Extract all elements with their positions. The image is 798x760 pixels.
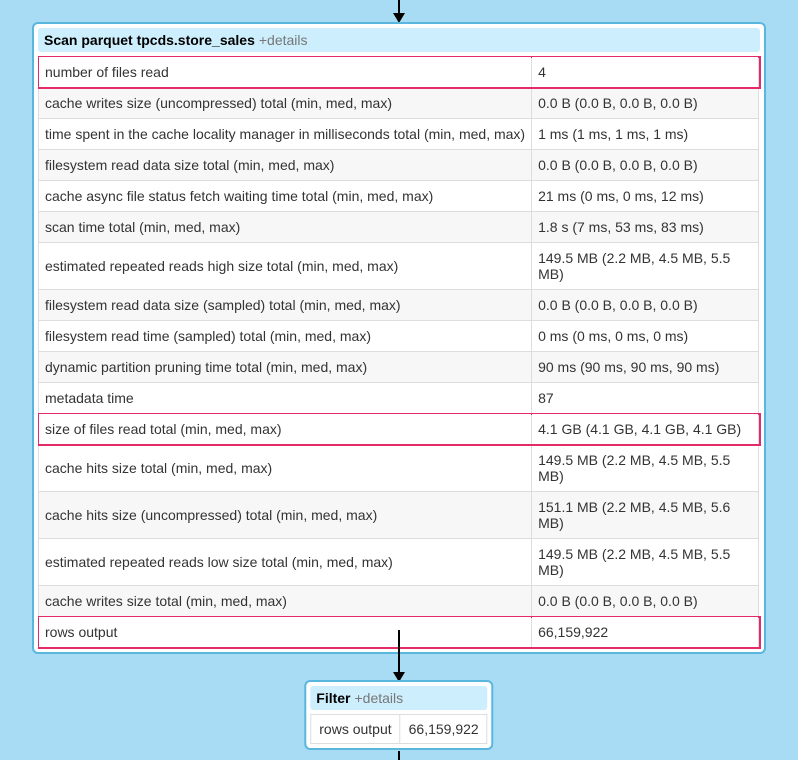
details-link[interactable]: +details [355,690,404,706]
metric-label: cache writes size total (min, med, max) [39,586,532,617]
metric-label: filesystem read time (sampled) total (mi… [39,321,532,352]
metric-value: 149.5 MB (2.2 MB, 4.5 MB, 5.5 MB) [532,445,759,492]
table-row: estimated repeated reads high size total… [39,243,760,290]
table-row: rows output66,159,922 [311,715,487,744]
table-row: size of files read total (min, med, max)… [39,414,760,445]
metrics-table: rows output66,159,922 [310,714,487,744]
arrow-line [398,630,400,674]
node-title: Filter [316,690,350,706]
metric-label: filesystem read data size total (min, me… [39,150,532,181]
table-row: cache async file status fetch waiting ti… [39,181,760,212]
metric-value: 21 ms (0 ms, 0 ms, 12 ms) [532,181,759,212]
metric-label: scan time total (min, med, max) [39,212,532,243]
metric-label: cache hits size (uncompressed) total (mi… [39,492,532,539]
details-link[interactable]: +details [259,32,308,48]
table-row: estimated repeated reads low size total … [39,539,760,586]
table-row: dynamic partition pruning time total (mi… [39,352,760,383]
metric-value: 0 ms (0 ms, 0 ms, 0 ms) [532,321,759,352]
arrow-line [398,751,400,760]
table-row: filesystem read time (sampled) total (mi… [39,321,760,352]
table-row: filesystem read data size total (min, me… [39,150,760,181]
table-row: cache writes size (uncompressed) total (… [39,88,760,119]
metric-label: filesystem read data size (sampled) tota… [39,290,532,321]
metric-value: 149.5 MB (2.2 MB, 4.5 MB, 5.5 MB) [532,539,759,586]
metrics-table: number of files read4cache writes size (… [38,56,760,648]
metric-value: 151.1 MB (2.2 MB, 4.5 MB, 5.6 MB) [532,492,759,539]
filter-node[interactable]: Filter +details rows output66,159,922 [304,680,493,750]
metric-label: estimated repeated reads high size total… [39,243,532,290]
metric-label: estimated repeated reads low size total … [39,539,532,586]
node-header: Scan parquet tpcds.store_sales +details [38,28,760,52]
metric-value: 4 [532,57,759,88]
node-header: Filter +details [310,686,487,710]
metric-value: 66,159,922 [400,715,487,744]
table-row: number of files read4 [39,57,760,88]
metric-label: size of files read total (min, med, max) [39,414,532,445]
metric-value: 66,159,922 [532,617,759,648]
table-row: cache hits size total (min, med, max)149… [39,445,760,492]
metric-value: 1 ms (1 ms, 1 ms, 1 ms) [532,119,759,150]
metric-label: rows output [311,715,400,744]
metric-value: 1.8 s (7 ms, 53 ms, 83 ms) [532,212,759,243]
metric-label: cache async file status fetch waiting ti… [39,181,532,212]
metric-value: 0.0 B (0.0 B, 0.0 B, 0.0 B) [532,88,759,119]
metric-value: 90 ms (90 ms, 90 ms, 90 ms) [532,352,759,383]
node-title: Scan parquet tpcds.store_sales [44,32,255,48]
metric-label: metadata time [39,383,532,414]
metric-value: 0.0 B (0.0 B, 0.0 B, 0.0 B) [532,586,759,617]
metric-value: 0.0 B (0.0 B, 0.0 B, 0.0 B) [532,150,759,181]
metric-label: cache hits size total (min, med, max) [39,445,532,492]
metric-label: number of files read [39,57,532,88]
metric-value: 149.5 MB (2.2 MB, 4.5 MB, 5.5 MB) [532,243,759,290]
table-row: scan time total (min, med, max)1.8 s (7 … [39,212,760,243]
scan-parquet-node[interactable]: Scan parquet tpcds.store_sales +details … [32,22,766,654]
table-row: cache writes size total (min, med, max)0… [39,586,760,617]
metric-label: cache writes size (uncompressed) total (… [39,88,532,119]
table-row: time spent in the cache locality manager… [39,119,760,150]
metric-value: 4.1 GB (4.1 GB, 4.1 GB, 4.1 GB) [532,414,759,445]
table-row: cache hits size (uncompressed) total (mi… [39,492,760,539]
metric-value: 87 [532,383,759,414]
metric-label: rows output [39,617,532,648]
metric-label: time spent in the cache locality manager… [39,119,532,150]
table-row: metadata time87 [39,383,760,414]
table-row: filesystem read data size (sampled) tota… [39,290,760,321]
metric-value: 0.0 B (0.0 B, 0.0 B, 0.0 B) [532,290,759,321]
metric-label: dynamic partition pruning time total (mi… [39,352,532,383]
